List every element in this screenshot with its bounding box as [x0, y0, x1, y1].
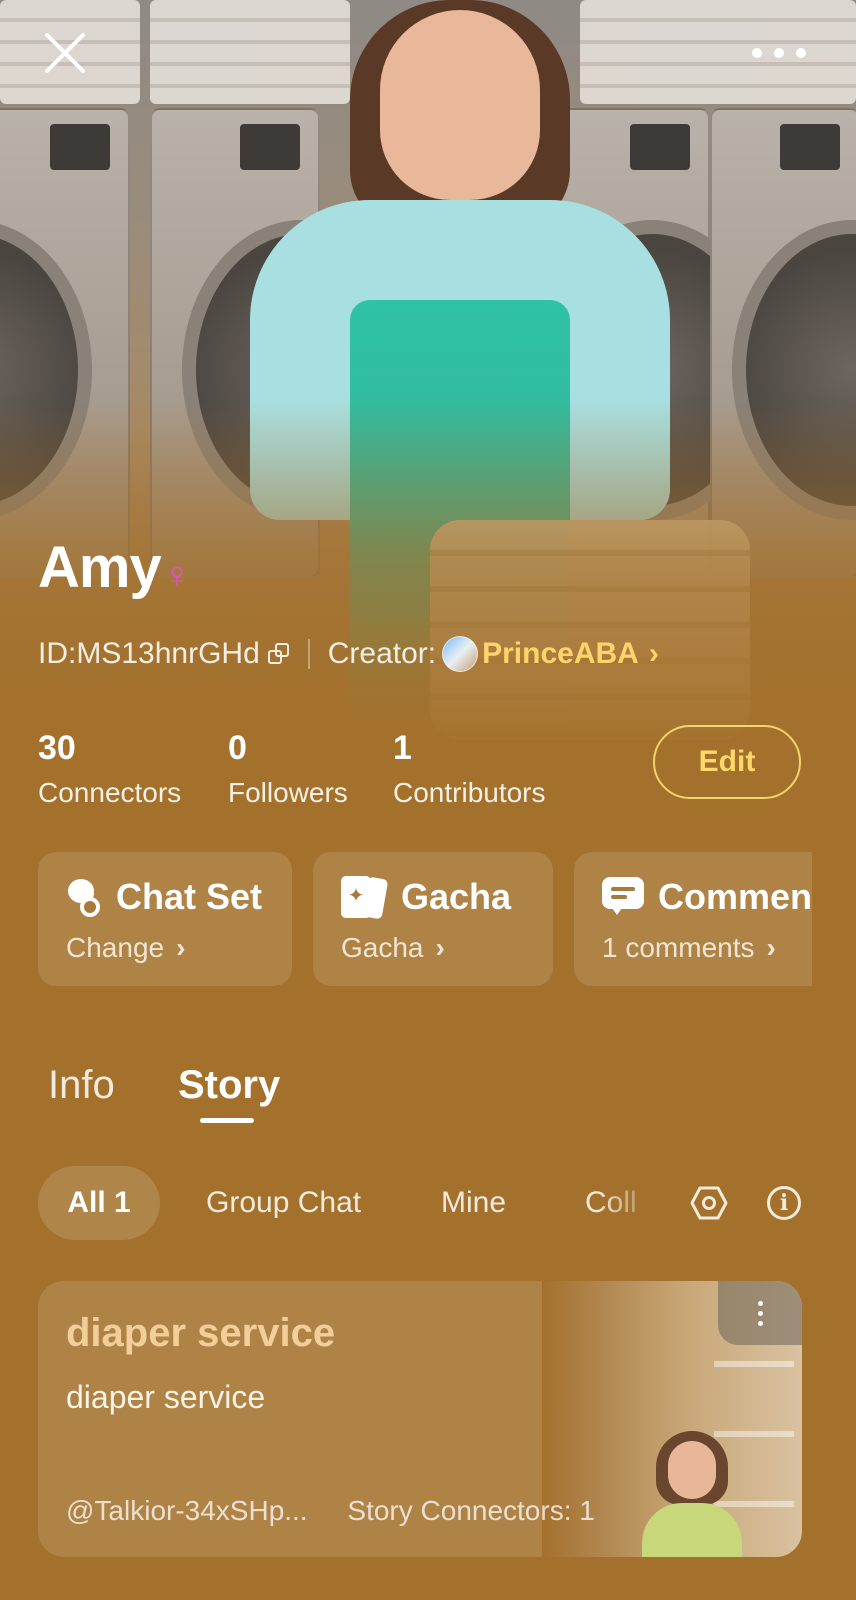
chat-set-card[interactable]: Chat Set Change ›: [38, 852, 292, 986]
stat-contributors[interactable]: 1 Contributors: [393, 728, 546, 810]
stat-label: Contributors: [393, 777, 546, 808]
gacha-icon: ✦: [341, 874, 389, 920]
stat-label: Connectors: [38, 777, 182, 808]
profile-meta-row: ID:MS13hnrGHd Creator: PrinceABA ›: [38, 632, 659, 676]
copy-icon[interactable]: [267, 643, 290, 665]
close-button[interactable]: [40, 28, 90, 78]
card-title: Gacha: [401, 876, 512, 917]
creator-avatar[interactable]: [442, 636, 479, 672]
feature-cards-row: Chat Set Change › ✦ Gacha Gacha › Commen 1…: [38, 852, 812, 990]
story-footer: @Talkior-34xSHp... Story Connectors: 1: [66, 1495, 595, 1527]
active-tab-indicator: [200, 1118, 254, 1123]
filter-group-chat[interactable]: Group Chat: [206, 1166, 361, 1240]
card-title: Chat Set: [116, 876, 263, 917]
chevron-right-icon: ›: [435, 932, 445, 963]
card-title: Commen: [658, 876, 812, 917]
hexagon-settings-icon[interactable]: [690, 1184, 728, 1222]
story-more-button[interactable]: [718, 1281, 802, 1345]
tab-info[interactable]: Info: [48, 1060, 115, 1110]
female-gender-icon: ♀: [162, 555, 192, 597]
character-name: Amy: [38, 535, 162, 600]
stat-value: 30: [38, 729, 76, 767]
comments-card[interactable]: Commen 1 comments ›: [574, 852, 812, 986]
stat-value: 1: [393, 729, 412, 767]
card-subtitle: 1 comments ›: [602, 932, 776, 963]
story-title: diaper service: [66, 1311, 336, 1355]
tab-story[interactable]: Story: [178, 1060, 280, 1110]
gacha-card[interactable]: ✦ Gacha Gacha ›: [313, 852, 553, 986]
filter-mine[interactable]: Mine: [441, 1166, 506, 1240]
chevron-right-icon: ›: [176, 932, 186, 963]
chevron-right-icon: ›: [766, 932, 776, 963]
character-id: ID:MS13hnrGHd: [38, 637, 260, 670]
chevron-right-icon[interactable]: ›: [649, 637, 659, 671]
stat-label: Followers: [228, 777, 348, 808]
profile-name-row: Amy ♀: [38, 536, 191, 600]
creator-label: Creator:: [327, 637, 437, 670]
card-subtitle: Change ›: [66, 932, 186, 963]
edit-button[interactable]: Edit: [653, 725, 801, 799]
stat-connectors[interactable]: 30 Connectors: [38, 728, 181, 810]
story-card[interactable]: diaper service diaper service @Talkior-3…: [38, 1281, 802, 1557]
chat-set-icon: [66, 877, 102, 917]
stat-value: 0: [228, 729, 247, 767]
filter-all[interactable]: All 1: [38, 1166, 160, 1240]
comment-icon: [602, 877, 644, 917]
creator-link[interactable]: PrinceABA: [482, 637, 639, 671]
divider: [307, 639, 310, 669]
more-options-button[interactable]: [752, 36, 812, 70]
story-author: @Talkior-34xSHp...: [66, 1495, 308, 1526]
story-description: diaper service: [66, 1379, 266, 1415]
close-icon: [45, 33, 85, 73]
card-subtitle: Gacha ›: [341, 932, 445, 963]
stat-followers[interactable]: 0 Followers: [228, 728, 348, 810]
story-connectors: Story Connectors: 1: [347, 1495, 595, 1526]
story-filter-bar: All 1 Group Chat Mine Coll: [38, 1166, 658, 1240]
info-icon[interactable]: i: [767, 1186, 801, 1220]
